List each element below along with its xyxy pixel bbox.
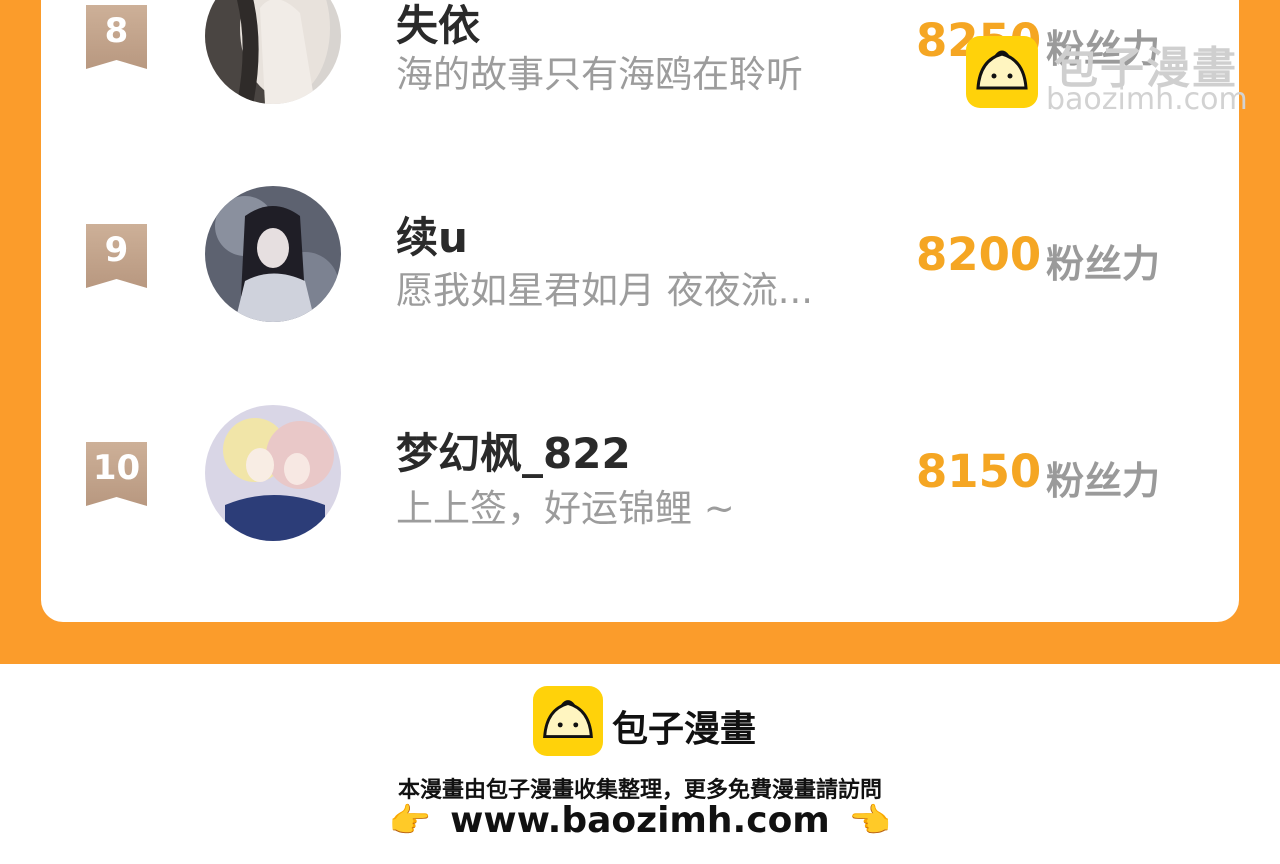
user-name: 梦幻枫_822 — [396, 429, 631, 478]
pointing-left-hand-icon: 👈 — [848, 800, 892, 841]
footer-link-row: 👉 www.baozimh.com 👈 — [0, 800, 1280, 841]
user-bio: 上上签，好运锦鲤 ~ — [396, 487, 735, 530]
baozi-logo-icon — [533, 686, 603, 756]
user-name: 续u — [396, 213, 468, 262]
fan-unit: 粉丝力 — [1046, 242, 1161, 286]
rank-badge: 10 — [86, 442, 147, 506]
fan-score: 8200 — [916, 228, 1042, 281]
user-bio: 愿我如星君如月 夜夜流... — [396, 269, 814, 312]
rank-badge: 8 — [86, 5, 147, 69]
user-bio: 海的故事只有海鸥在聆听 — [396, 53, 803, 96]
avatar[interactable] — [205, 405, 341, 541]
rank-badge: 9 — [86, 224, 147, 288]
fan-score: 8150 — [916, 445, 1042, 498]
pointing-right-hand-icon: 👉 — [388, 800, 432, 841]
site-link[interactable]: www.baozimh.com — [450, 800, 830, 841]
avatar[interactable] — [205, 186, 341, 322]
baozi-logo-icon — [966, 36, 1038, 108]
brand-name: 包子漫畫 — [612, 709, 757, 750]
fan-unit: 粉丝力 — [1046, 459, 1161, 503]
watermark-url: baozimh.com — [1046, 82, 1248, 117]
